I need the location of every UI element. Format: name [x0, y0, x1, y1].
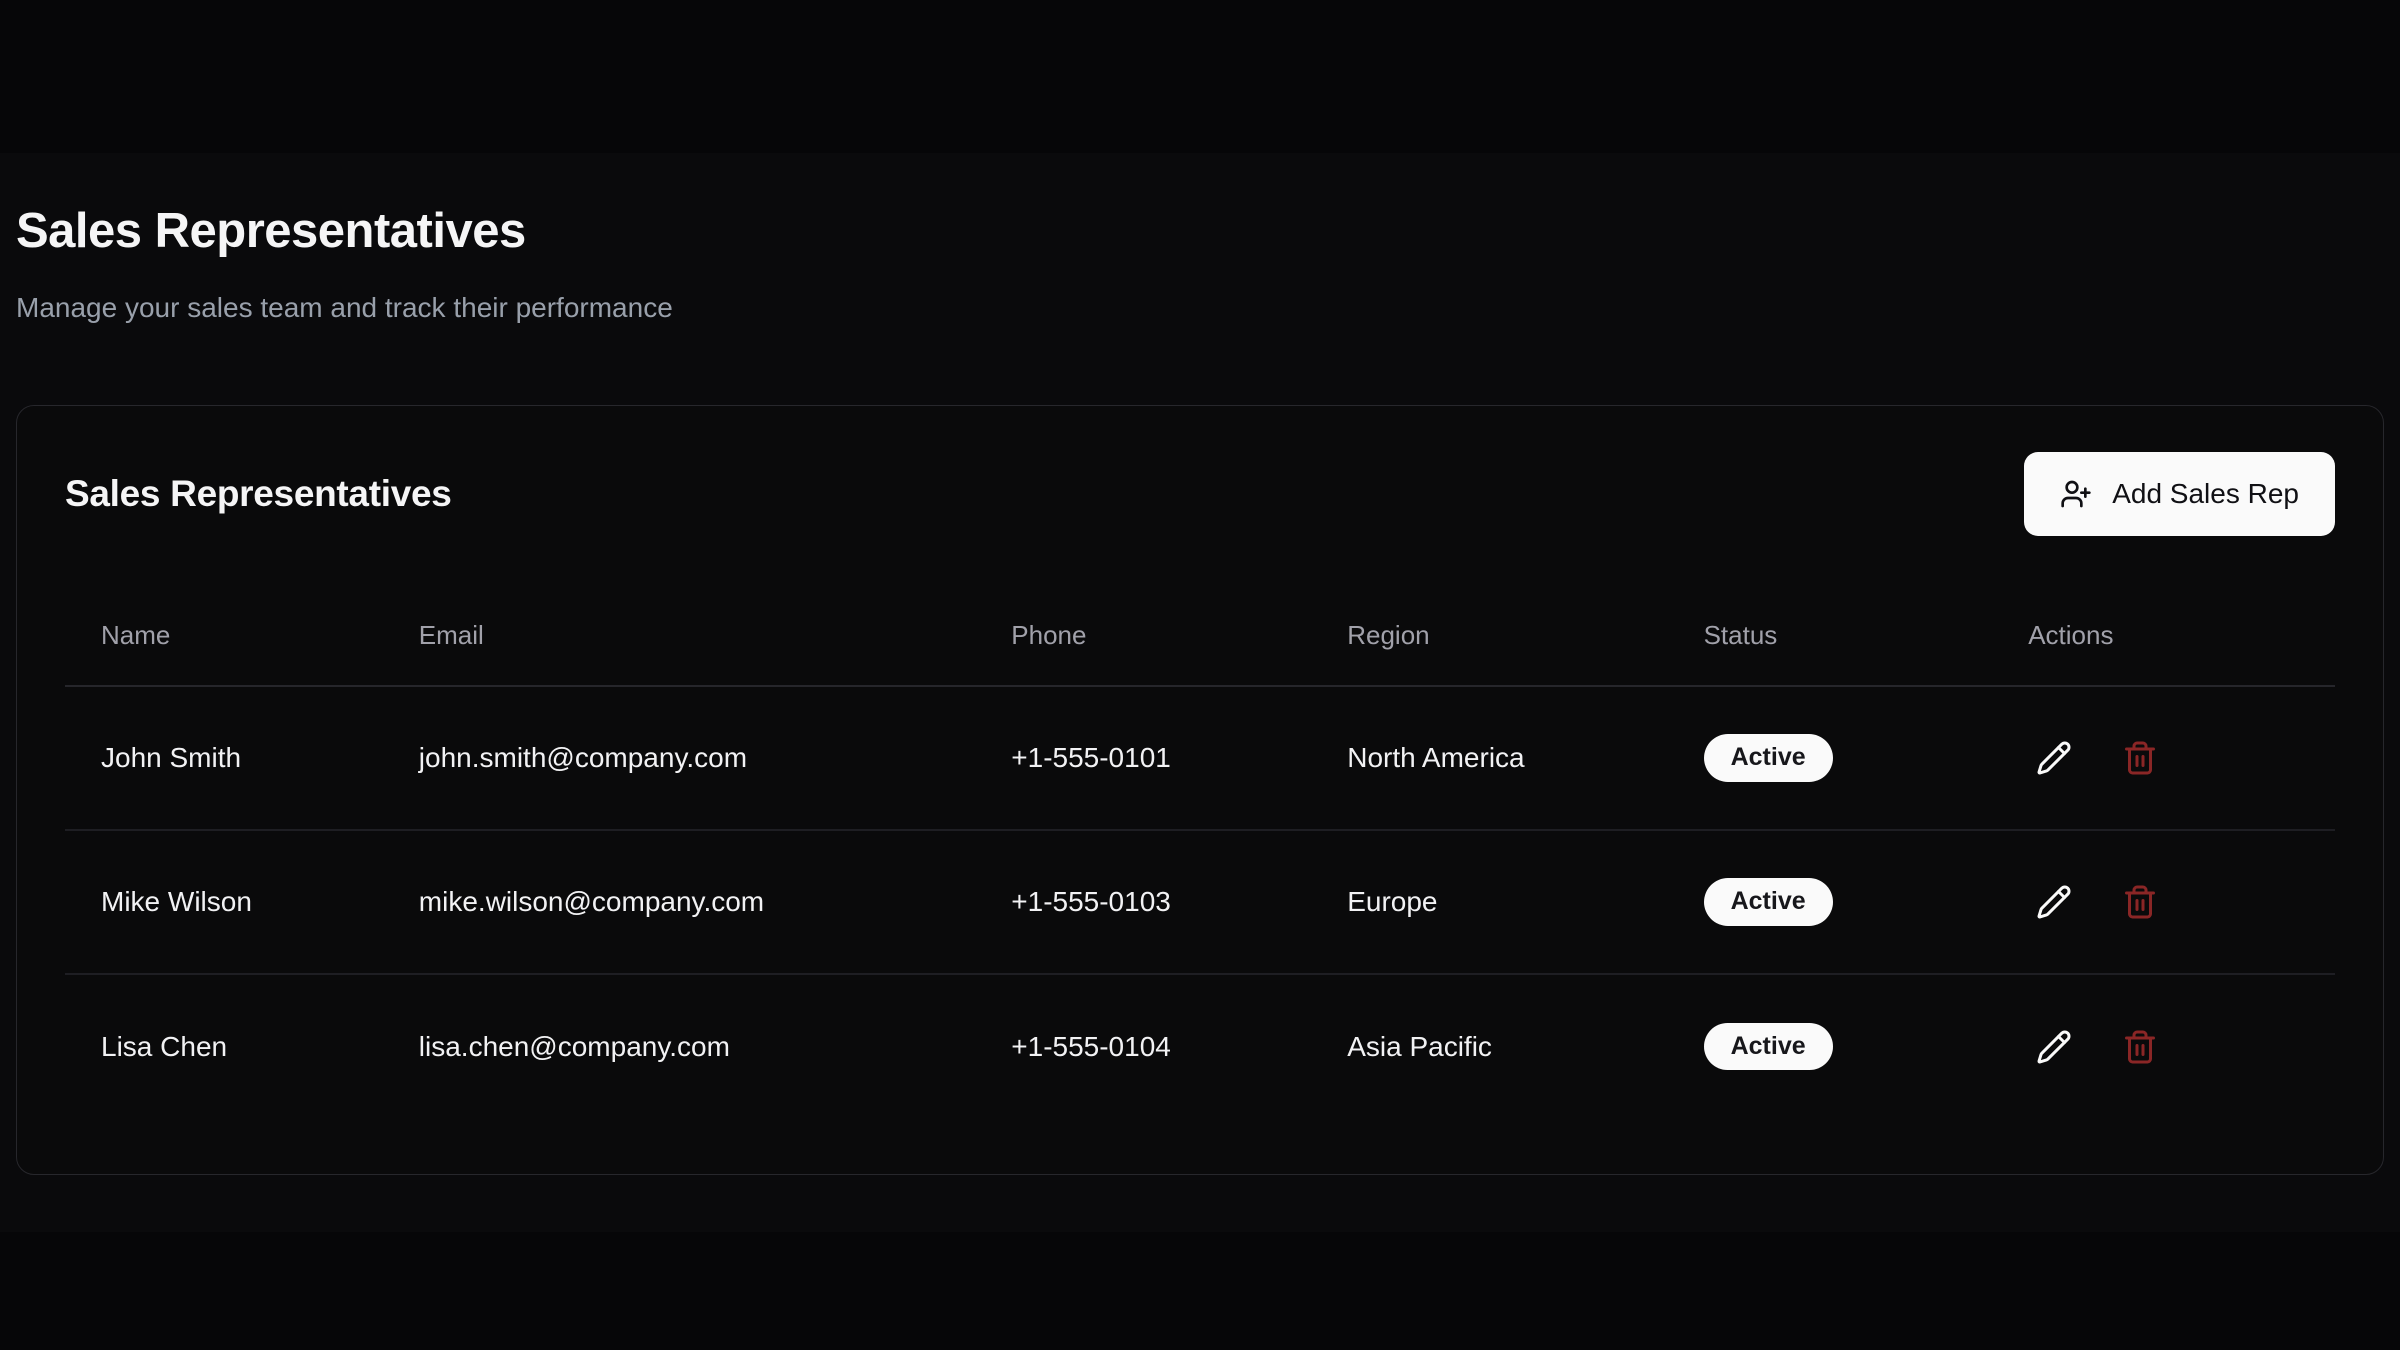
cell-name: Mike Wilson [65, 830, 383, 974]
page-title: Sales Representatives [16, 201, 2384, 262]
status-badge: Active [1704, 1023, 1833, 1071]
status-badge: Active [1704, 734, 1833, 782]
edit-button[interactable] [2028, 1021, 2080, 1073]
delete-button[interactable] [2114, 1021, 2166, 1073]
main-content: Sales Representatives Manage your sales … [0, 153, 2400, 1232]
cell-name: John Smith [65, 686, 383, 830]
column-header-name: Name [65, 586, 383, 686]
column-header-phone: Phone [975, 586, 1311, 686]
cell-region: Asia Pacific [1311, 974, 1667, 1118]
cell-region: Europe [1311, 830, 1667, 974]
user-plus-icon [2060, 478, 2092, 510]
edit-button[interactable] [2028, 876, 2080, 928]
edit-button[interactable] [2028, 732, 2080, 784]
cell-email: lisa.chen@company.com [383, 974, 975, 1118]
card-header: Sales Representatives Add Sales Rep [65, 452, 2335, 536]
cell-actions [1992, 686, 2335, 830]
cell-status: Active [1668, 686, 1993, 830]
pencil-icon [2036, 740, 2072, 776]
table-row: John Smith john.smith@company.com +1-555… [65, 686, 2335, 830]
pencil-icon [2036, 1029, 2072, 1065]
column-header-actions: Actions [1992, 586, 2335, 686]
column-header-email: Email [383, 586, 975, 686]
pencil-icon [2036, 884, 2072, 920]
actions-group [2028, 876, 2335, 928]
cell-name: Lisa Chen [65, 974, 383, 1118]
delete-button[interactable] [2114, 732, 2166, 784]
cell-email: john.smith@company.com [383, 686, 975, 830]
cell-region: North America [1311, 686, 1667, 830]
add-sales-rep-button-label: Add Sales Rep [2112, 478, 2299, 510]
add-sales-rep-button[interactable]: Add Sales Rep [2024, 452, 2335, 536]
actions-group [2028, 1021, 2335, 1073]
cell-status: Active [1668, 830, 1993, 974]
actions-group [2028, 732, 2335, 784]
table-row: Mike Wilson mike.wilson@company.com +1-5… [65, 830, 2335, 974]
status-badge: Active [1704, 878, 1833, 926]
cell-phone: +1-555-0103 [975, 830, 1311, 974]
cell-actions [1992, 830, 2335, 974]
trash-icon [2122, 884, 2158, 920]
cell-status: Active [1668, 974, 1993, 1118]
cell-email: mike.wilson@company.com [383, 830, 975, 974]
cell-actions [1992, 974, 2335, 1118]
page-subtitle: Manage your sales team and track their p… [16, 288, 2384, 327]
table-header-row: Name Email Phone Region Status Actions [65, 586, 2335, 686]
column-header-status: Status [1668, 586, 1993, 686]
sales-reps-card: Sales Representatives Add Sales Rep [16, 405, 2384, 1175]
card-title: Sales Representatives [65, 473, 452, 515]
column-header-region: Region [1311, 586, 1667, 686]
trash-icon [2122, 740, 2158, 776]
delete-button[interactable] [2114, 876, 2166, 928]
cell-phone: +1-555-0104 [975, 974, 1311, 1118]
table-row: Lisa Chen lisa.chen@company.com +1-555-0… [65, 974, 2335, 1118]
cell-phone: +1-555-0101 [975, 686, 1311, 830]
trash-icon [2122, 1029, 2158, 1065]
sales-reps-table: Name Email Phone Region Status Actions J… [65, 586, 2335, 1118]
